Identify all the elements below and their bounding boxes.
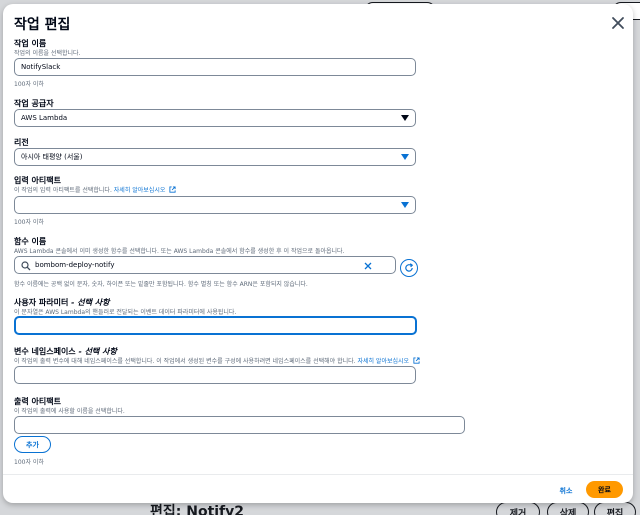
input-artifacts-description-text: 이 작업의 입력 아티팩트를 선택합니다.: [14, 187, 112, 194]
user-parameters-description: 이 문자열은 AWS Lambda의 핸들러로 전달되는 이벤트 데이터 파라미…: [14, 309, 237, 316]
chevron-down-icon: [401, 154, 409, 160]
output-artifacts-hint: 100자 이하: [14, 459, 44, 466]
chevron-down-icon: [401, 115, 409, 121]
action-name-input[interactable]: NotifySlack: [14, 58, 416, 76]
refresh-button[interactable]: [400, 259, 418, 277]
user-parameters-label-text: 사용자 파라미터: [14, 298, 69, 307]
variable-namespace-label-text: 변수 네임스페이스: [14, 347, 76, 356]
search-icon: [21, 261, 31, 271]
add-output-artifact-button[interactable]: 추가: [14, 436, 51, 453]
region-select[interactable]: 아시아 태평양 (서울): [14, 148, 416, 166]
variable-namespace-description-text: 이 작업의 출력 변수에 대해 네임스페이스를 선택합니다. 이 작업에서 생성…: [14, 358, 356, 365]
input-artifacts-select[interactable]: [14, 196, 416, 214]
clear-icon[interactable]: [363, 261, 373, 271]
background-page-title: 편집: Notify2: [150, 504, 245, 515]
cancel-button[interactable]: 취소: [548, 483, 584, 499]
background-remove-button: 제거: [496, 502, 540, 515]
edit-action-modal: 작업 편집 작업 이름 작업의 이름을 선택합니다. NotifySlack 1…: [3, 4, 633, 503]
variable-namespace-optional-text: - 선택 사항: [78, 347, 117, 356]
action-name-value: NotifySlack: [21, 63, 61, 71]
modal-title: 작업 편집: [14, 17, 71, 33]
external-link-icon: [169, 186, 176, 195]
external-link-icon: [413, 357, 420, 366]
output-artifacts-input[interactable]: [14, 416, 465, 434]
chevron-down-icon: [401, 202, 409, 208]
input-artifacts-hint: 100자 이하: [14, 219, 44, 226]
action-name-description: 작업의 이름을 선택합니다.: [14, 50, 81, 57]
background-delete-button: 삭제: [547, 502, 589, 515]
function-name-description: AWS Lambda 콘솔에서 이미 생성한 함수를 선택합니다. 또는 AWS…: [14, 248, 345, 255]
user-parameters-input[interactable]: [14, 316, 417, 335]
variable-namespace-input[interactable]: [14, 366, 416, 384]
region-value: 아시아 태평양 (서울): [21, 153, 83, 161]
variable-namespace-learn-more-link[interactable]: 자세히 알아보십시오: [357, 358, 409, 365]
action-provider-label: 작업 공급자: [14, 99, 54, 108]
function-name-search-input[interactable]: bombom-deploy-notify: [14, 256, 396, 274]
action-provider-select[interactable]: AWS Lambda: [14, 109, 416, 127]
footer-divider: [3, 474, 633, 475]
output-artifacts-description: 이 작업의 출력에 사용할 이름을 선택합니다.: [14, 408, 125, 415]
input-artifacts-learn-more-link[interactable]: 자세히 알아보십시오: [114, 187, 166, 194]
region-label: 리전: [14, 138, 29, 147]
input-artifacts-description: 이 작업의 입력 아티팩트를 선택합니다. 자세히 알아보십시오: [14, 185, 176, 195]
action-provider-value: AWS Lambda: [21, 114, 68, 122]
action-name-hint: 100자 이하: [14, 81, 44, 88]
done-button[interactable]: 완료: [586, 481, 623, 498]
function-name-value: bombom-deploy-notify: [35, 261, 115, 269]
close-icon: [612, 17, 624, 29]
user-parameters-optional-text: - 선택 사항: [71, 298, 110, 307]
close-button[interactable]: [608, 13, 628, 33]
function-name-hint: 함수 이름에는 공백 없이 문자, 숫자, 하이픈 또는 밑줄만 포함됩니다. …: [14, 281, 308, 288]
refresh-icon: [405, 263, 414, 272]
background-edit-button: 편집: [594, 502, 636, 515]
variable-namespace-description: 이 작업의 출력 변수에 대해 네임스페이스를 선택합니다. 이 작업에서 생성…: [14, 356, 420, 366]
